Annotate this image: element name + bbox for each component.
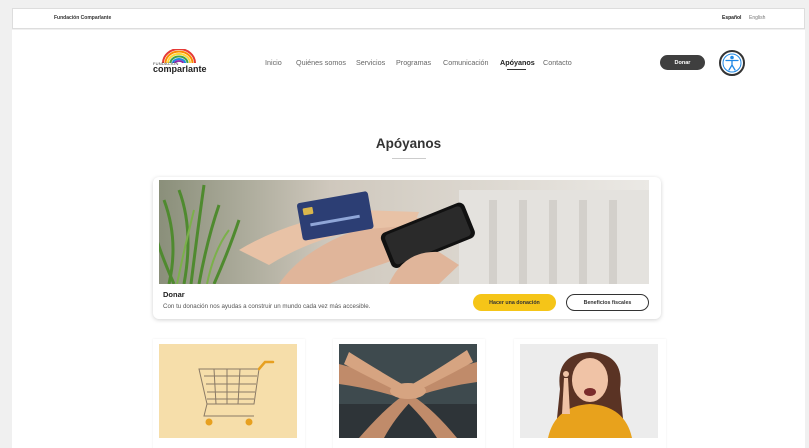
- shopping-cart-photo: [159, 344, 297, 438]
- shopping-cart-image: [159, 344, 297, 438]
- donate-card: Donar Con tu donación nos ayudas a const…: [153, 177, 661, 319]
- donate-hero-image: [159, 180, 649, 284]
- accessibility-button[interactable]: [719, 50, 745, 76]
- page-title: Apóyanos: [375, 136, 442, 151]
- nav-programas[interactable]: Programas: [396, 58, 431, 67]
- make-donation-button[interactable]: Hacer una donación: [473, 294, 556, 311]
- logo-wordmark: comparlante: [153, 64, 207, 74]
- donate-heading: Donar: [163, 290, 185, 299]
- nav-inicio[interactable]: Inicio: [265, 58, 282, 67]
- excited-woman-image: [520, 344, 658, 438]
- language-english-link[interactable]: English: [749, 15, 765, 21]
- hands-together-photo: [339, 344, 477, 438]
- nav-quienes-somos[interactable]: Quiénes somos: [296, 58, 346, 67]
- org-name: Fundación Comparlante: [54, 15, 112, 21]
- language-spanish-link[interactable]: Español: [722, 15, 741, 21]
- top-utility-bar: Fundación Comparlante Español English: [12, 8, 805, 29]
- card-payment-photo: [159, 180, 649, 284]
- tax-benefits-button[interactable]: Beneficios fiscales: [566, 294, 649, 311]
- support-tile-ideas[interactable]: [514, 339, 666, 448]
- title-divider: [392, 158, 426, 159]
- nav-active-underline: [507, 69, 526, 70]
- donate-description: Con tu donación nos ayudas a construir u…: [163, 303, 371, 310]
- nav-contacto[interactable]: Contacto: [543, 58, 572, 67]
- nav-servicios[interactable]: Servicios: [356, 58, 385, 67]
- comparlante-logo[interactable]: FUNDACIÓN comparlante: [153, 49, 209, 75]
- nav-comunicacion[interactable]: Comunicación: [443, 58, 489, 67]
- nav-apoyanos[interactable]: Apóyanos: [500, 58, 535, 67]
- support-tile-volunteer[interactable]: [333, 339, 485, 448]
- support-tile-shopping[interactable]: [153, 339, 305, 448]
- accessibility-icon: [722, 53, 742, 73]
- page-content: FUNDACIÓN comparlante Inicio Quiénes som…: [12, 30, 805, 448]
- header-donate-button[interactable]: Donar: [660, 55, 705, 70]
- hands-together-image: [339, 344, 477, 438]
- excited-woman-photo: [520, 344, 658, 438]
